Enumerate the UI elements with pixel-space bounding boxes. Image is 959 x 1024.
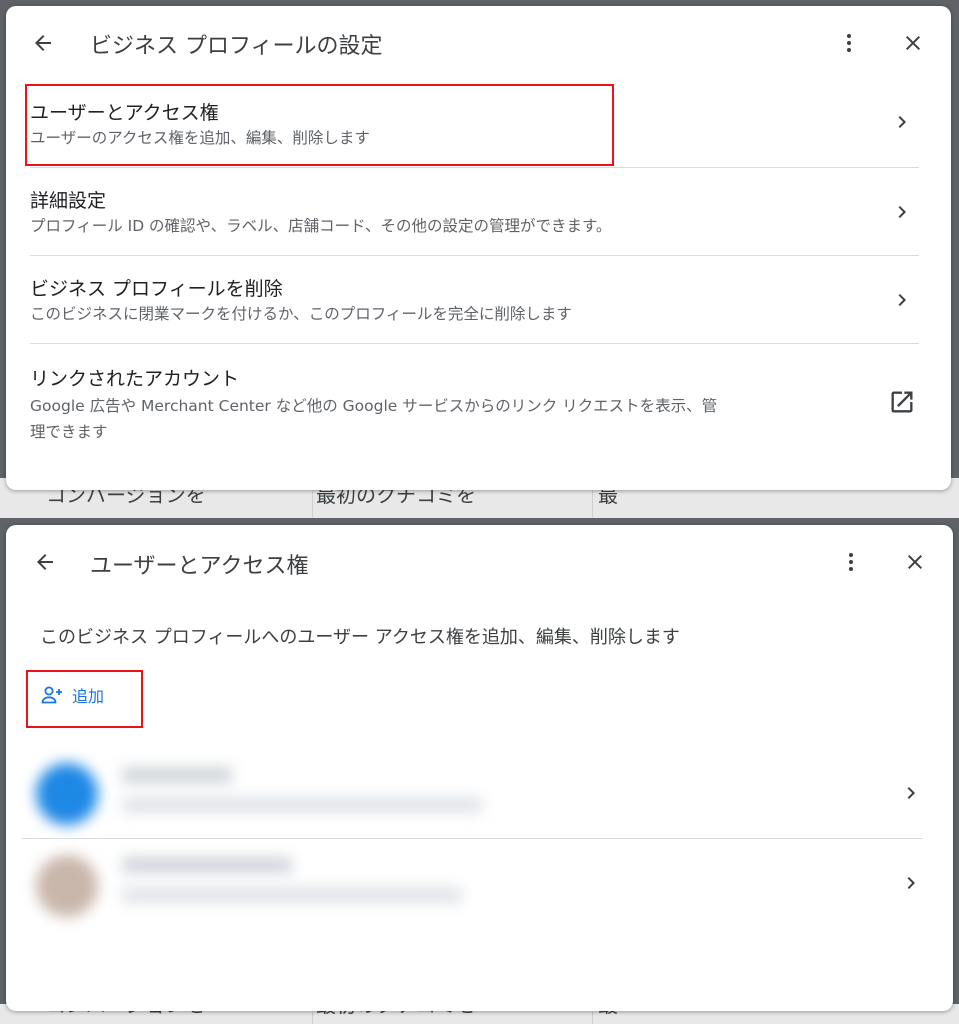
highlight-box <box>25 84 614 166</box>
back-arrow-icon[interactable] <box>26 26 60 60</box>
panel-header: ユーザーとアクセス権 <box>6 525 953 605</box>
settings-item-subtitle: プロフィール ID の確認や、ラベル、店舗コード、その他の設定の管理ができます。 <box>30 217 612 235</box>
divider <box>30 343 919 344</box>
panel-header: ビジネス プロフィールの設定 <box>6 6 951 86</box>
chevron-right-icon[interactable] <box>890 288 914 316</box>
back-arrow-icon[interactable] <box>28 545 62 579</box>
divider <box>30 167 919 168</box>
user-email-redacted <box>122 797 482 813</box>
user-list-item[interactable] <box>22 843 923 929</box>
close-icon[interactable] <box>896 26 930 60</box>
settings-item-delete-profile[interactable]: ビジネス プロフィールを削除 このビジネスに閉業マークを付けるか、このプロフィー… <box>30 274 919 338</box>
settings-item-title: ビジネス プロフィールを削除 <box>30 278 283 300</box>
settings-item-subtitle-line2: 理できます <box>30 423 108 441</box>
chevron-right-icon[interactable] <box>890 200 914 228</box>
user-email-redacted <box>122 887 462 903</box>
business-profile-settings-panel: ビジネス プロフィールの設定 ユーザーとアクセス権 ユーザーのアクセス権を追加、… <box>6 6 951 490</box>
page-title: ユーザーとアクセス権 <box>90 554 309 579</box>
chevron-right-icon[interactable] <box>899 781 923 809</box>
avatar <box>36 763 98 825</box>
more-vert-icon[interactable] <box>834 545 868 579</box>
settings-item-title: 詳細設定 <box>30 190 107 212</box>
user-name-redacted <box>122 857 292 873</box>
user-list-item[interactable] <box>22 753 923 839</box>
page-title: ビジネス プロフィールの設定 <box>90 34 383 59</box>
settings-item-linked-accounts[interactable]: リンクされたアカウント Google 広告や Merchant Center な… <box>30 364 861 454</box>
divider <box>30 255 919 256</box>
settings-item-subtitle: このビジネスに閉業マークを付けるか、このプロフィールを完全に削除します <box>30 305 572 323</box>
close-icon[interactable] <box>898 545 932 579</box>
open-in-new-icon[interactable] <box>888 388 916 420</box>
chevron-right-icon[interactable] <box>899 871 923 899</box>
avatar <box>36 855 98 917</box>
settings-item-title: リンクされたアカウント <box>30 368 240 390</box>
settings-item-subtitle-line1: Google 広告や Merchant Center など他の Google サ… <box>30 397 718 415</box>
chevron-right-icon[interactable] <box>890 110 914 138</box>
user-name-redacted <box>122 767 232 783</box>
page-description: このビジネス プロフィールへのユーザー アクセス権を追加、編集、削除します <box>40 627 680 648</box>
settings-item-advanced[interactable]: 詳細設定 プロフィール ID の確認や、ラベル、店舗コード、その他の設定の管理が… <box>30 186 919 250</box>
users-access-panel: ユーザーとアクセス権 このビジネス プロフィールへのユーザー アクセス権を追加、… <box>6 525 953 1011</box>
more-vert-icon[interactable] <box>832 26 866 60</box>
highlight-box <box>26 670 143 728</box>
divider <box>22 838 923 839</box>
